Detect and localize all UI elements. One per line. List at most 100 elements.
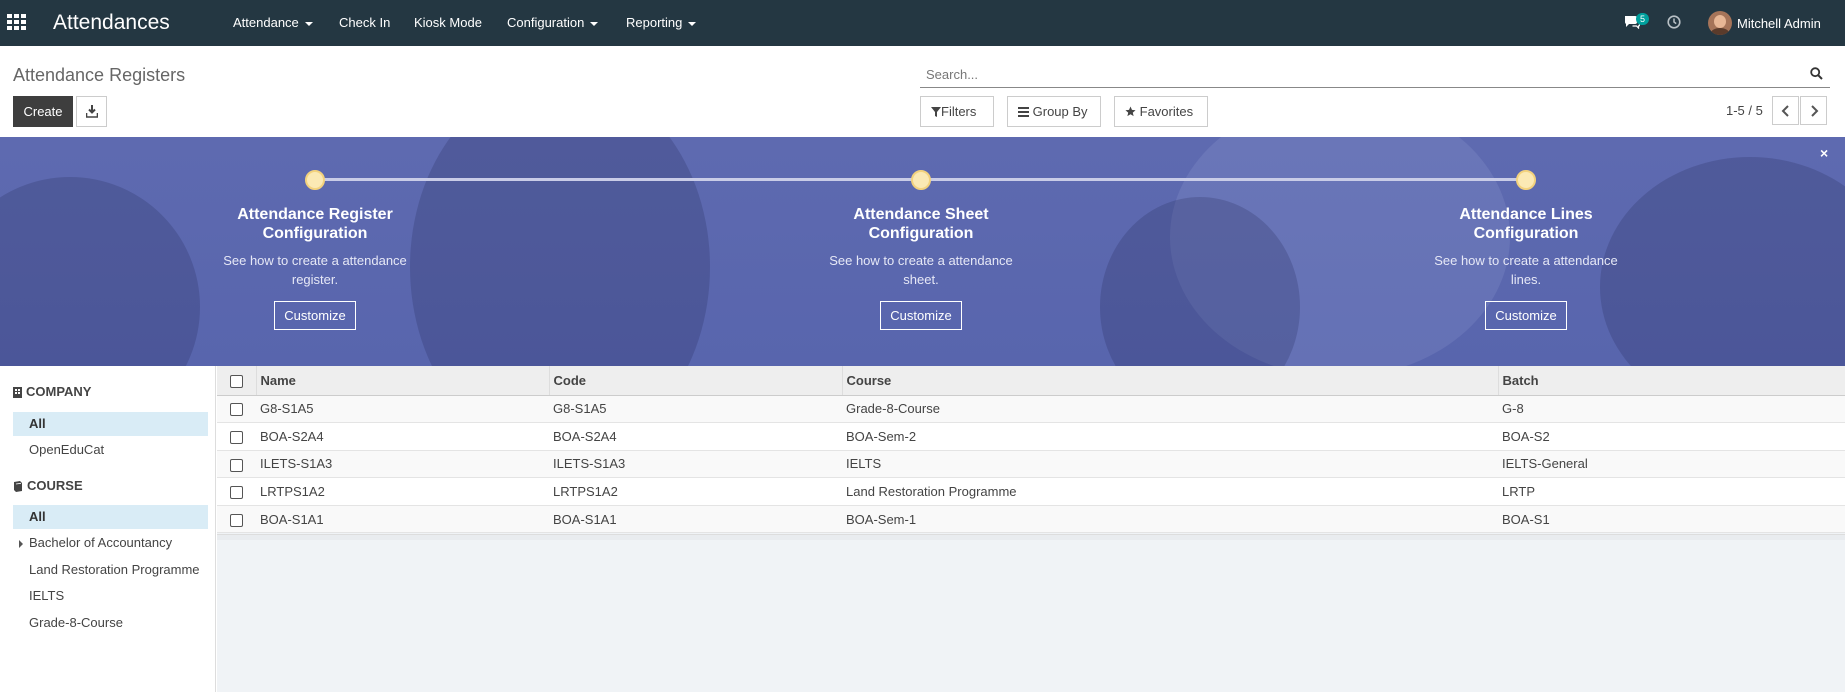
cell-batch[interactable]: BOA-S1 [1498, 505, 1845, 534]
table-row[interactable]: LRTPS1A2 LRTPS1A2 Land Restoration Progr… [217, 477, 1845, 506]
column-header-course[interactable]: Course [842, 366, 1499, 396]
course-filter-all[interactable]: All [13, 505, 208, 529]
star-icon [1125, 106, 1136, 117]
caret-right-icon[interactable] [19, 540, 23, 548]
search-panel-sidebar: COMPANY All OpenEduCat COURSE All Bachel… [0, 366, 216, 692]
download-button[interactable] [76, 96, 107, 127]
customize-button[interactable]: Customize [880, 301, 962, 330]
course-filter-grade-8[interactable]: Grade-8-Course [13, 611, 208, 635]
onboarding-step: Attendance Sheet Configuration See how to… [811, 205, 1031, 330]
course-filter-ielts[interactable]: IELTS [13, 584, 208, 608]
cell-course[interactable]: BOA-Sem-2 [842, 422, 1498, 451]
pager-value[interactable]: 1-5 / 5 [1726, 103, 1763, 118]
cell-name[interactable]: G8-S1A5 [256, 395, 549, 424]
customize-button[interactable]: Customize [1485, 301, 1567, 330]
table-header-row: Name Code Course Batch [217, 366, 1845, 396]
step-dot [911, 170, 931, 190]
top-navbar: Attendances Attendance Check In Kiosk Mo… [0, 0, 1845, 46]
cell-batch[interactable]: G-8 [1498, 395, 1845, 424]
cell-code[interactable]: LRTPS1A2 [549, 477, 842, 506]
row-checkbox-cell [217, 422, 256, 451]
table-row[interactable]: G8-S1A5 G8-S1A5 Grade-8-Course G-8 [217, 395, 1845, 424]
table-row[interactable]: BOA-S1A1 BOA-S1A1 BOA-Sem-1 BOA-S1 [217, 505, 1845, 534]
banner-background-shape [1600, 157, 1845, 366]
cell-name[interactable]: ILETS-S1A3 [256, 450, 549, 479]
banner-background-shape [0, 177, 200, 366]
row-checkbox-cell [217, 395, 256, 424]
apps-menu-icon[interactable] [7, 14, 27, 30]
book-icon [14, 481, 22, 492]
row-checkbox[interactable] [230, 403, 243, 417]
menu-check-in[interactable]: Check In [339, 15, 390, 30]
chevron-left-icon [1781, 105, 1789, 117]
table-row[interactable]: ILETS-S1A3 ILETS-S1A3 IELTS IELTS-Genera… [217, 450, 1845, 479]
pager-previous-button[interactable] [1772, 96, 1799, 125]
search-icon[interactable] [1810, 67, 1823, 80]
course-filter-bachelor-of-accountancy[interactable]: Bachelor of Accountancy [13, 531, 208, 555]
cell-code[interactable]: G8-S1A5 [549, 395, 842, 424]
cell-code[interactable]: ILETS-S1A3 [549, 450, 842, 479]
cell-course[interactable]: BOA-Sem-1 [842, 505, 1498, 534]
user-name[interactable]: Mitchell Admin [1737, 16, 1821, 31]
activity-clock-icon[interactable] [1667, 15, 1681, 29]
company-filter-all[interactable]: All [13, 412, 208, 436]
caret-down-icon [688, 21, 697, 26]
row-checkbox[interactable] [230, 486, 243, 500]
cell-course[interactable]: Grade-8-Course [842, 395, 1498, 424]
table-row[interactable]: BOA-S2A4 BOA-S2A4 BOA-Sem-2 BOA-S2 [217, 422, 1845, 451]
avatar[interactable] [1708, 11, 1732, 35]
table-footer [217, 534, 1845, 540]
cell-code[interactable]: BOA-S1A1 [549, 505, 842, 534]
cell-course[interactable]: IELTS [842, 450, 1498, 479]
onboarding-step: Attendance Register Configuration See how… [205, 205, 425, 330]
column-header-batch[interactable]: Batch [1498, 366, 1845, 396]
menu-configuration[interactable]: Configuration [507, 15, 599, 30]
cell-batch[interactable]: BOA-S2 [1498, 422, 1845, 451]
company-filter-openeducat[interactable]: OpenEduCat [13, 438, 208, 462]
menu-reporting[interactable]: Reporting [626, 15, 697, 30]
customize-button[interactable]: Customize [274, 301, 356, 330]
cell-name[interactable]: BOA-S1A1 [256, 505, 549, 534]
filter-icon [931, 107, 941, 117]
caret-down-icon [304, 21, 313, 26]
row-checkbox[interactable] [230, 513, 243, 527]
menu-attendance[interactable]: Attendance [233, 15, 313, 30]
row-checkbox-cell [217, 477, 256, 506]
filters-button[interactable]: Filters [920, 96, 994, 127]
create-button[interactable]: Create [13, 96, 73, 127]
page-title: Attendance Registers [13, 65, 186, 85]
onboarding-step: Attendance Lines Configuration See how to… [1416, 205, 1636, 330]
banner-background-shape [410, 137, 710, 366]
cell-course[interactable]: Land Restoration Programme [842, 477, 1498, 506]
row-checkbox-cell [217, 450, 256, 479]
step-title: Attendance Register Configuration [237, 206, 393, 242]
select-all-cell [217, 366, 257, 396]
course-filter-land-restoration[interactable]: Land Restoration Programme [13, 558, 208, 582]
cell-code[interactable]: BOA-S2A4 [549, 422, 842, 451]
step-description: See how to create a attendance register. [223, 253, 407, 287]
row-checkbox[interactable] [230, 458, 243, 472]
search-bar [920, 61, 1830, 88]
favorites-button[interactable]: Favorites [1114, 96, 1208, 127]
pager-next-button[interactable] [1800, 96, 1827, 125]
cell-name[interactable]: BOA-S2A4 [256, 422, 549, 451]
list-view: Name Code Course Batch G8-S1A5 G8-S1A5 G… [217, 366, 1845, 692]
menu-kiosk-mode[interactable]: Kiosk Mode [414, 15, 482, 30]
building-icon [13, 387, 22, 398]
cell-batch[interactable]: IELTS-General [1498, 450, 1845, 479]
select-all-checkbox[interactable] [229, 374, 243, 388]
bars-icon [1018, 107, 1029, 117]
step-dot [1516, 170, 1536, 190]
column-header-code[interactable]: Code [549, 366, 843, 396]
cell-name[interactable]: LRTPS1A2 [256, 477, 549, 506]
app-title: Attendances [53, 11, 170, 34]
column-header-name[interactable]: Name [256, 366, 550, 396]
row-checkbox[interactable] [230, 430, 243, 444]
onboarding-banner: Attendance Register Configuration See how… [0, 137, 1845, 366]
group-by-button[interactable]: Group By [1007, 96, 1101, 127]
step-description: See how to create a attendance sheet. [829, 253, 1013, 287]
cell-batch[interactable]: LRTP [1498, 477, 1845, 506]
close-icon[interactable]: × [1820, 145, 1828, 161]
download-icon [86, 105, 98, 118]
search-input[interactable] [920, 61, 1800, 87]
